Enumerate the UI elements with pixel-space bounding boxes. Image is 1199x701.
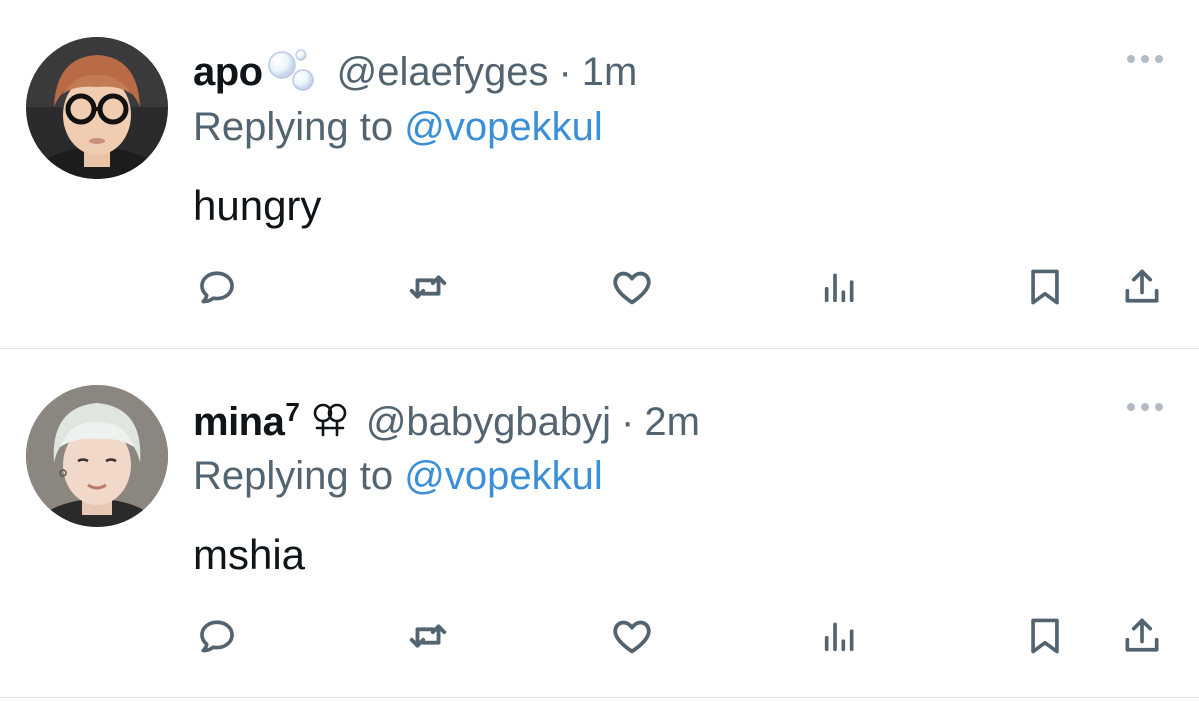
dot-separator: · [621,400,635,444]
tweet[interactable]: mina 7 @babygbabyj · 2m Replying to @vop… [0,349,1199,697]
bookmark-icon[interactable] [1020,611,1070,661]
user-handle[interactable]: @elaefyges [337,48,549,96]
action-bar [0,611,1199,661]
timestamp[interactable]: 1m [582,48,638,96]
avatar[interactable] [26,385,168,527]
like-icon[interactable] [607,611,657,661]
bookmark-icon[interactable] [1020,262,1070,312]
views-icon[interactable] [814,262,864,312]
like-icon[interactable] [607,262,657,312]
retweet-icon[interactable] [403,262,453,312]
tweet[interactable]: apo @elaefyges · 1m Replying to @vopekku… [0,0,1199,348]
timestamp[interactable]: 2m [644,398,700,446]
mention-link[interactable]: @vopekkul [404,105,602,149]
reply-icon[interactable] [192,611,242,661]
display-name[interactable]: mina [193,398,285,446]
reply-feed: apo @elaefyges · 1m Replying to @vopekku… [0,0,1199,701]
retweet-icon[interactable] [403,611,453,661]
replying-to-line: Replying to @vopekkul [193,103,603,151]
replying-to-label: Replying to [193,105,405,149]
dot-separator: · [558,50,572,94]
more-options-icon[interactable] [1125,52,1165,64]
replying-to-line: Replying to @vopekkul [193,452,603,500]
tweet-text: mshia [193,531,306,578]
tweet-text: hungry [193,182,322,229]
divider [0,697,1199,698]
tweet-header: apo @elaefyges · 1m [193,37,637,96]
avatar[interactable] [26,37,168,179]
tweet-header: mina 7 @babygbabyj · 2m [193,387,700,450]
more-options-icon[interactable] [1125,400,1165,412]
display-name[interactable]: apo [193,48,263,96]
mention-link[interactable]: @vopekkul [404,454,602,498]
views-icon[interactable] [814,611,864,661]
share-icon[interactable] [1117,611,1167,661]
action-bar [0,262,1199,312]
user-handle[interactable]: @babygbabyj [366,398,611,446]
double-venus-icon [310,397,350,445]
replying-to-label: Replying to [193,454,405,498]
share-icon[interactable] [1117,262,1167,312]
display-name-superscript: 7 [285,397,300,427]
bubbles-emoji-icon [265,47,321,95]
reply-icon[interactable] [192,262,242,312]
